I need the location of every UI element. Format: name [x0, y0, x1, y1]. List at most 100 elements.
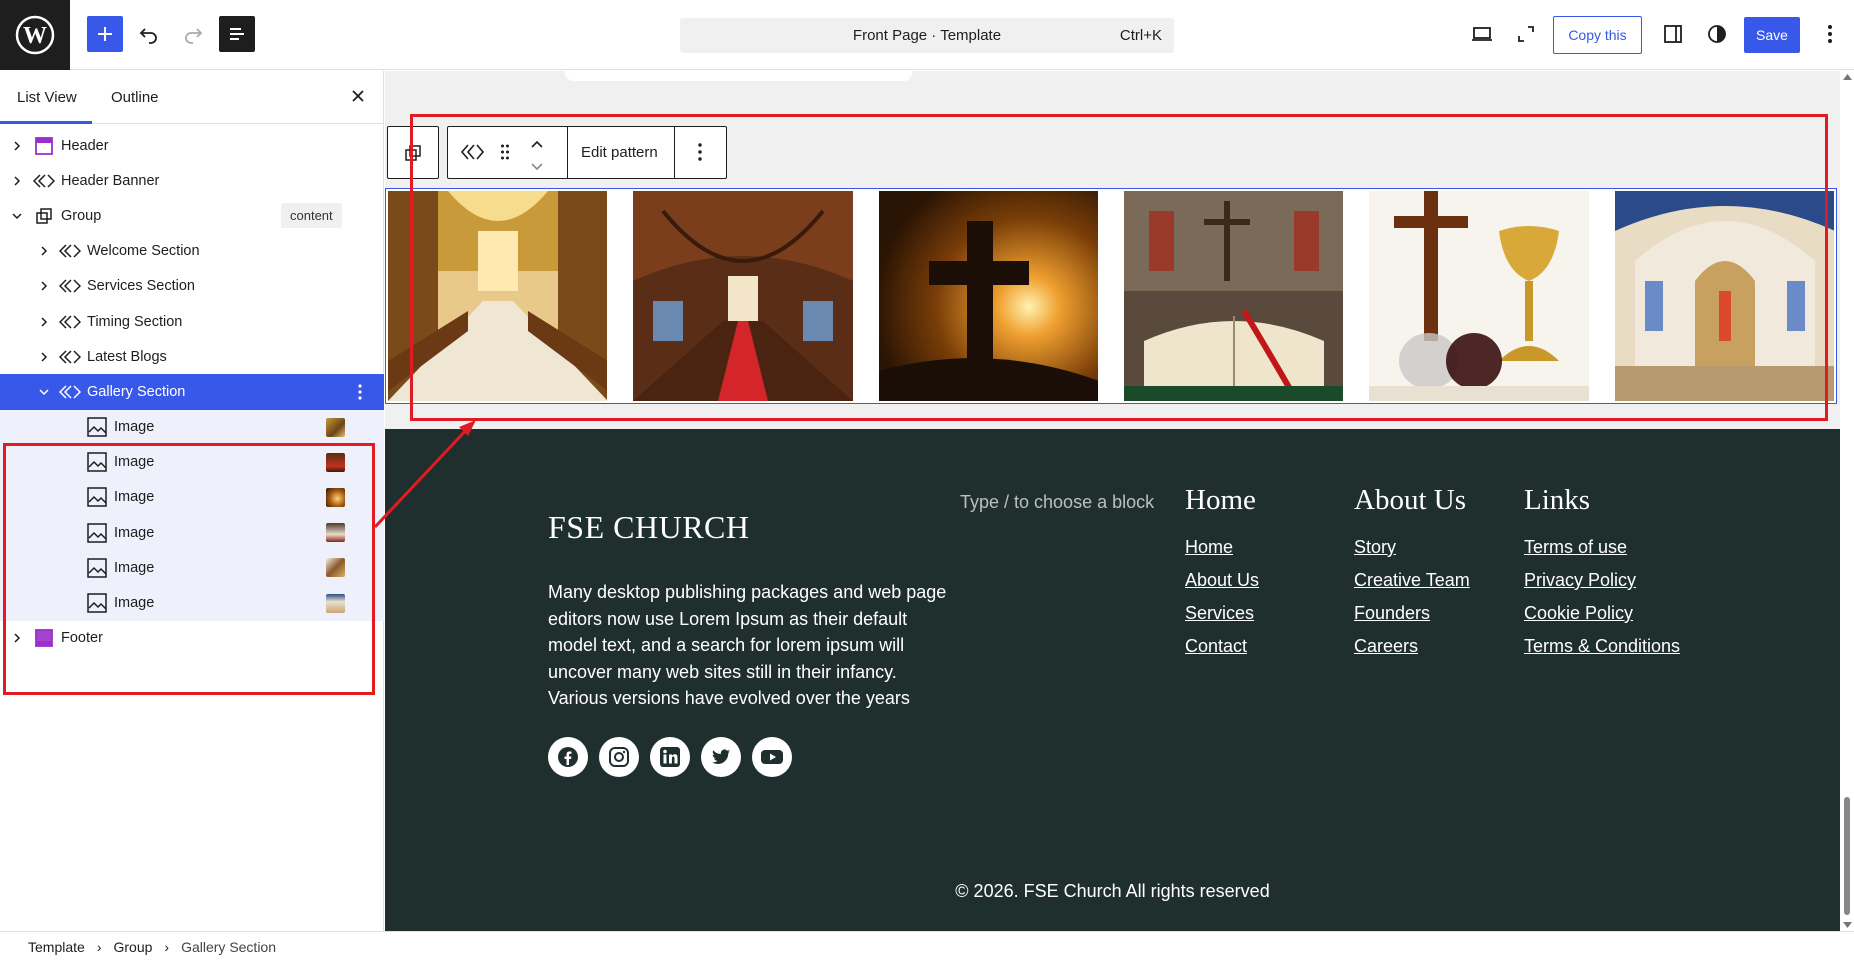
- tree-item-label: Timing Section: [87, 313, 183, 330]
- gallery-image[interactable]: [1123, 191, 1344, 401]
- chevron-right-icon: ›: [164, 938, 170, 955]
- device-preview-icon[interactable]: [1464, 16, 1500, 52]
- tree-item-group[interactable]: Group content: [0, 198, 384, 233]
- chevron-right-icon[interactable]: [10, 631, 24, 645]
- block-placeholder[interactable]: Type / to choose a block: [960, 492, 1154, 513]
- chevron-right-icon[interactable]: [37, 244, 51, 258]
- chevron-right-icon[interactable]: [10, 139, 24, 153]
- scroll-down-icon[interactable]: [1843, 922, 1852, 928]
- tree-item-image[interactable]: Image: [0, 444, 384, 480]
- tree-item-footer[interactable]: Footer: [0, 621, 384, 656]
- gallery-image[interactable]: [388, 191, 608, 401]
- footer-link[interactable]: Terms of use: [1524, 537, 1680, 558]
- chevron-down-icon[interactable]: [37, 385, 51, 399]
- add-block-button[interactable]: [87, 16, 123, 52]
- save-button[interactable]: Save: [1744, 17, 1800, 53]
- scroll-thumb[interactable]: [1844, 797, 1850, 915]
- wordpress-logo-icon[interactable]: W: [0, 0, 70, 70]
- gallery-image[interactable]: [878, 191, 1098, 401]
- footer-copyright[interactable]: © 2026. FSE Church All rights reserved: [385, 881, 1840, 902]
- footer-description[interactable]: Many desktop publishing packages and web…: [548, 579, 948, 712]
- footer-link[interactable]: About Us: [1185, 570, 1259, 591]
- tab-list-view[interactable]: List View: [17, 89, 77, 106]
- command-palette-bar[interactable]: Front Page · Template Ctrl+K: [680, 18, 1174, 53]
- site-footer[interactable]: FSE CHURCH Many desktop publishing packa…: [385, 429, 1840, 931]
- tree-item-image[interactable]: Image: [0, 479, 384, 516]
- edit-pattern-button[interactable]: Edit pattern: [581, 144, 658, 161]
- scroll-up-icon[interactable]: [1843, 74, 1852, 80]
- gallery-section[interactable]: [385, 188, 1837, 404]
- facebook-icon[interactable]: [548, 737, 588, 777]
- tree-item-header-banner[interactable]: Header Banner: [0, 163, 384, 198]
- canvas-scrollbar[interactable]: [1841, 71, 1854, 931]
- redo-icon[interactable]: [175, 16, 211, 52]
- pattern-icon: [33, 170, 55, 192]
- footer-link[interactable]: Story: [1354, 537, 1470, 558]
- footer-link[interactable]: Privacy Policy: [1524, 570, 1680, 591]
- instagram-icon[interactable]: [599, 737, 639, 777]
- footer-column-heading[interactable]: Links: [1524, 484, 1680, 517]
- chevron-right-icon[interactable]: [37, 350, 51, 364]
- tab-outline[interactable]: Outline: [111, 89, 159, 106]
- styles-icon[interactable]: [1699, 16, 1735, 52]
- image-thumbnail: [326, 487, 345, 507]
- breadcrumb-item[interactable]: Template: [28, 939, 85, 955]
- gallery-image[interactable]: [1369, 191, 1589, 401]
- tree-item-latest-blogs[interactable]: Latest Blogs: [0, 339, 384, 374]
- editor-canvas[interactable]: Edit pattern FSE CHURCH Many desktop pub…: [385, 71, 1840, 931]
- tree-item-welcome-section[interactable]: Welcome Section: [0, 234, 384, 269]
- footer-column-heading[interactable]: Home: [1185, 484, 1259, 517]
- undo-icon[interactable]: [131, 16, 167, 52]
- footer-link[interactable]: Contact: [1185, 636, 1259, 657]
- tree-item-services-section[interactable]: Services Section: [0, 269, 384, 304]
- footer-link[interactable]: Founders: [1354, 603, 1470, 624]
- block-toolbar-main: Edit pattern: [447, 126, 727, 179]
- copy-this-button[interactable]: Copy this: [1553, 16, 1642, 54]
- list-view-panel: List View Outline Header Header Banner G…: [0, 71, 384, 931]
- footer-link[interactable]: Creative Team: [1354, 570, 1470, 591]
- footer-link[interactable]: Careers: [1354, 636, 1470, 657]
- footer-column-heading[interactable]: About Us: [1354, 484, 1470, 517]
- footer-link[interactable]: Terms & Conditions: [1524, 636, 1680, 657]
- breadcrumb-current: Gallery Section: [181, 938, 277, 955]
- group-icon: [33, 205, 55, 227]
- chevron-right-icon[interactable]: [10, 174, 24, 188]
- pattern-icon[interactable]: [460, 142, 486, 167]
- twitter-icon[interactable]: [701, 737, 741, 777]
- move-up-icon[interactable]: [530, 136, 544, 154]
- zoom-out-icon[interactable]: [1508, 16, 1544, 52]
- tree-item-image[interactable]: Image: [0, 515, 384, 551]
- select-parent-button[interactable]: [387, 126, 439, 179]
- options-kebab-icon[interactable]: [698, 143, 702, 166]
- breadcrumb-item[interactable]: Group: [113, 939, 152, 955]
- tree-item-gallery-section[interactable]: Gallery Section: [0, 374, 384, 410]
- options-kebab-icon[interactable]: [353, 381, 367, 403]
- settings-sidebar-icon[interactable]: [1655, 16, 1691, 52]
- image-icon: [86, 451, 108, 473]
- tree-item-image[interactable]: Image: [0, 409, 384, 445]
- tree-item-timing-section[interactable]: Timing Section: [0, 304, 384, 339]
- gallery-image[interactable]: [1614, 191, 1834, 401]
- footer-site-title[interactable]: FSE CHURCH: [548, 509, 750, 546]
- drag-handle-icon[interactable]: [500, 143, 510, 166]
- panel-tabs: List View Outline: [0, 71, 384, 124]
- footer-link[interactable]: Services: [1185, 603, 1259, 624]
- gallery-image[interactable]: [633, 191, 853, 401]
- footer-link[interactable]: Cookie Policy: [1524, 603, 1680, 624]
- youtube-icon[interactable]: [752, 737, 792, 777]
- chevron-right-icon[interactable]: [37, 279, 51, 293]
- footer-link[interactable]: Home: [1185, 537, 1259, 558]
- close-icon[interactable]: [347, 85, 369, 107]
- tree-item-label: Group: [61, 207, 102, 224]
- options-kebab-icon[interactable]: [1812, 16, 1848, 52]
- move-down-icon[interactable]: [530, 159, 544, 177]
- chevron-right-icon[interactable]: [37, 315, 51, 329]
- chevron-down-icon[interactable]: [10, 209, 24, 223]
- tree-item-image[interactable]: Image: [0, 550, 384, 586]
- document-overview-icon[interactable]: [219, 16, 255, 52]
- tree-item-header[interactable]: Header: [0, 128, 384, 163]
- tree-item-image[interactable]: Image: [0, 585, 384, 621]
- linkedin-icon[interactable]: [650, 737, 690, 777]
- image-icon: [86, 557, 108, 579]
- content-badge: content: [281, 203, 342, 229]
